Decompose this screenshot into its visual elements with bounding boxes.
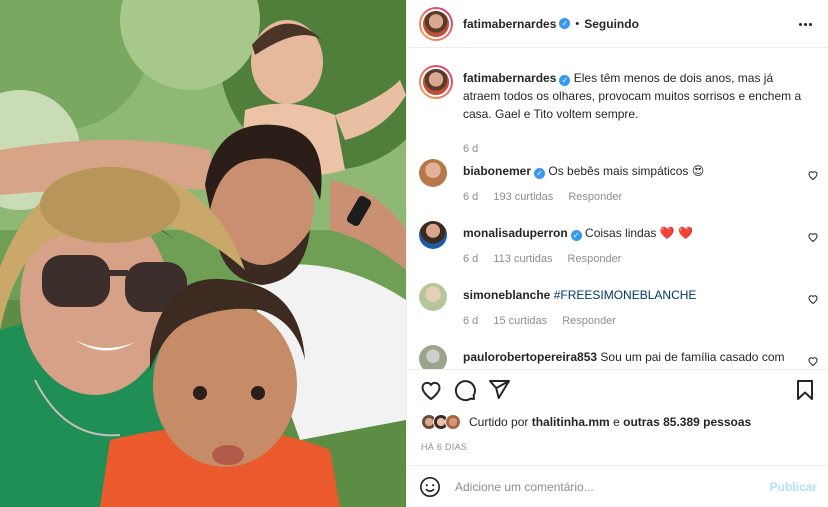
comment-text: simoneblanche #FREESIMONEBLANCHE	[463, 287, 793, 303]
comment-icon[interactable]	[453, 378, 477, 402]
publish-button[interactable]: Publicar	[770, 480, 817, 494]
comment-hashtag[interactable]: #FREESIMONEBLANCHE	[554, 288, 697, 302]
caption-author-avatar[interactable]	[419, 65, 453, 99]
comment-time[interactable]: 6 d	[463, 315, 478, 327]
comment-meta: 6 d 193 curtidas Responder	[463, 191, 634, 203]
comment-likes[interactable]: 193 curtidas	[493, 191, 553, 203]
comment-likes[interactable]: 15 curtidas	[493, 315, 547, 327]
comment-likes[interactable]: 113 curtidas	[493, 253, 552, 265]
verified-badge-icon: ✓	[559, 75, 571, 86]
post-details-panel: fatimabernardes ✓ • Seguindo fatimaberna…	[406, 0, 828, 507]
post-actions: Curtido por thalitinha.mm e outras 85.38…	[407, 369, 828, 465]
share-icon[interactable]	[487, 378, 511, 402]
author-username[interactable]: fatimabernardes	[463, 17, 556, 31]
liker-avatar[interactable]	[445, 414, 461, 430]
comment-username[interactable]: biabonemer	[463, 164, 531, 178]
action-icons	[419, 378, 511, 402]
caption-text: fatimabernardes ✓ Eles têm menos de dois …	[463, 69, 813, 123]
reply-button[interactable]: Responder	[568, 253, 622, 265]
comment-body: Coisas lindas ❤️ ❤️	[585, 226, 693, 240]
separator-dot: •	[575, 17, 580, 30]
reply-button[interactable]: Responder	[562, 315, 616, 327]
commenter-avatar[interactable]	[419, 283, 447, 311]
instagram-post-view: fatimabernardes ✓ • Seguindo fatimaberna…	[0, 0, 828, 507]
author-avatar[interactable]	[419, 6, 453, 41]
comment-body: Os bebês mais simpáticos 😍	[548, 164, 705, 178]
comment-username[interactable]: paulorobertopereira853	[463, 350, 597, 364]
liked-by-others[interactable]: outras 85.389 pessoas	[623, 415, 751, 429]
post-photo[interactable]	[0, 0, 406, 507]
commenter-avatar[interactable]	[419, 221, 447, 249]
comment-meta: 6 d 113 curtidas Responder	[463, 253, 633, 265]
verified-badge-icon: ✓	[534, 168, 546, 179]
liked-by-text: Curtido por thalitinha.mm e outras 85.38…	[469, 415, 751, 429]
commenter-avatar[interactable]	[419, 159, 447, 187]
liked-by: Curtido por thalitinha.mm e outras 85.38…	[421, 414, 751, 430]
comment-item: simoneblanche #FREESIMONEBLANCHE 6 d 15 …	[419, 283, 819, 339]
comment-like-heart-icon[interactable]	[807, 355, 819, 367]
comment-username[interactable]: monalisaduperron	[463, 226, 568, 240]
comment-time[interactable]: 6 d	[463, 191, 478, 203]
more-options-icon[interactable]	[797, 16, 813, 32]
liked-by-user[interactable]: thalitinha.mm	[532, 415, 610, 429]
liked-by-conjunction: e	[613, 415, 620, 429]
family-selfie-image	[0, 0, 406, 507]
comment-text: biabonemer ✓ Os bebês mais simpáticos 😍	[463, 163, 793, 179]
comment-item: paulorobertopereira853 Sou um pai de fam…	[419, 345, 819, 369]
caption-time[interactable]: 6 d	[463, 143, 478, 155]
commenter-avatar[interactable]	[419, 345, 447, 369]
comment-input[interactable]: Adicione um comentário...	[455, 480, 770, 494]
comment-time[interactable]: 6 d	[463, 253, 478, 265]
following-button[interactable]: Seguindo	[584, 17, 639, 31]
comment-text: monalisaduperron ✓ Coisas lindas ❤️ ❤️	[463, 225, 793, 241]
comments-list[interactable]: fatimabernardes ✓ Eles têm menos de dois …	[407, 49, 828, 369]
verified-badge-icon: ✓	[559, 18, 571, 29]
reply-button[interactable]: Responder	[568, 191, 622, 203]
comment-like-heart-icon[interactable]	[807, 231, 819, 243]
post-header: fatimabernardes ✓ • Seguindo	[407, 0, 828, 48]
comment-item: monalisaduperron ✓ Coisas lindas ❤️ ❤️ 6 …	[419, 221, 819, 277]
caption-username[interactable]: fatimabernardes	[463, 71, 556, 85]
liked-by-prefix: Curtido por	[469, 415, 529, 429]
comment-item: biabonemer ✓ Os bebês mais simpáticos 😍 6…	[419, 159, 819, 215]
bookmark-icon[interactable]	[793, 378, 817, 402]
verified-badge-icon: ✓	[570, 230, 582, 241]
heart-icon[interactable]	[419, 378, 443, 402]
comment-text: paulorobertopereira853 Sou um pai de fam…	[463, 349, 793, 365]
comment-username[interactable]: simoneblanche	[463, 288, 550, 302]
comment-meta: 6 d 15 curtidas Responder	[463, 315, 628, 327]
posted-time[interactable]: HÁ 6 DIAS	[421, 442, 467, 452]
add-comment-bar: Adicione um comentário... Publicar	[407, 465, 828, 507]
comment-body: Sou um pai de família casado com	[600, 350, 785, 364]
comment-like-heart-icon[interactable]	[807, 169, 819, 181]
comment-like-heart-icon[interactable]	[807, 293, 819, 305]
emoji-icon[interactable]	[419, 476, 441, 498]
